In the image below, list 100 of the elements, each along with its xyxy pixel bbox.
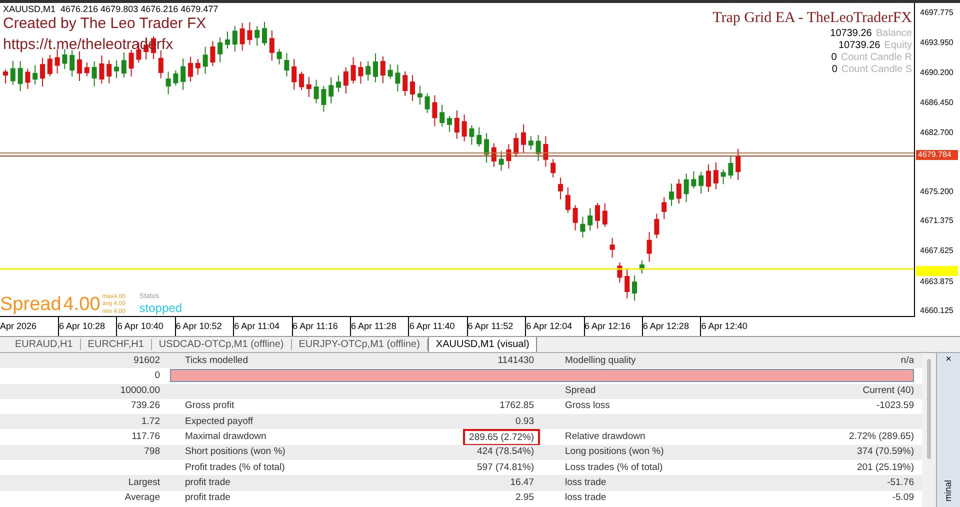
time-tick: 6 Apr 10:28 [59,320,106,333]
candle [292,58,297,90]
candle [32,64,38,85]
price-tick: 4660.125 [920,306,954,316]
report-value: 2.95 [516,491,535,506]
time-tick: 6 Apr 10:40 [117,320,164,333]
time-tick: 6 Apr 11:40 [409,320,455,333]
candle [284,52,290,77]
candle [624,268,630,299]
candle [684,173,689,202]
report-value: 1141430 [498,354,535,368]
price-tick: 4675.200 [920,187,954,197]
report-label: Gross profit [184,399,236,414]
candle [632,274,637,302]
price-tick: 4682.700 [920,128,954,138]
stat-value: 0 [831,52,837,63]
candle [121,52,126,78]
stat-label: Equity [884,40,912,51]
report-value: 798 [143,445,161,460]
time-tick: 6 Apr 11:04 [234,320,280,333]
report-label: loss trade [564,476,608,490]
candle [669,183,674,206]
report-label: Profit trades (% of total) [184,460,286,475]
report-label: profit trade [184,491,232,506]
candle [77,50,82,82]
report-value: 10000.00 [119,384,161,398]
candle [662,196,667,220]
report-label: Ticks modelled [184,354,250,368]
candle [92,60,97,87]
report-value: 2.72% (289.65) [848,430,915,444]
chart-tab[interactable]: USDCAD-OTCp,M1 (offline) [152,339,292,350]
report-label: Modelling quality [564,354,637,368]
report-value: n/a [900,354,915,368]
candle [373,53,378,83]
candle [218,37,223,63]
panel-title: minal [942,480,954,501]
stat-label: Count Candle S [841,64,912,75]
price-tick: 4693.950 [920,38,954,48]
candle [25,68,30,90]
candle [18,60,23,92]
candle [440,104,445,128]
candle [572,204,578,231]
candle [106,60,112,84]
candle [240,22,245,52]
candle [40,57,45,87]
report-value: 117.76 [130,430,161,444]
candle [195,58,200,76]
candle [47,54,52,77]
candle [321,85,326,112]
candle [269,30,274,62]
candle [358,61,364,84]
stat-value: 10739.26 [838,40,880,51]
chart-tab[interactable]: EURAUD,H1 [8,339,81,350]
candle [432,94,438,127]
status-value: stopped [139,301,182,316]
report-value: 0 [154,368,161,383]
candle [343,66,348,94]
chart-tab[interactable]: EURCHF,H1 [80,339,152,350]
candle [462,114,467,142]
time-tick: 6 Apr 12:16 [584,320,631,333]
symbol-quote: XAUUSD,M1 4676.216 4679.803 4676.216 4679.477 [3,3,218,16]
candle [188,56,193,82]
time-tick: Apr 2026 [0,320,37,331]
candle [728,155,734,180]
candle [210,40,216,67]
candle [602,202,608,228]
report-value: 597 (74.81%) [476,460,535,475]
report-value: 374 (70.59%) [856,445,915,460]
report-value: Average [124,491,161,506]
scrollbar[interactable] [927,359,931,459]
candle [720,168,726,185]
candle [528,136,534,150]
candle [247,22,252,46]
candle [402,70,408,96]
close-button[interactable]: × [946,355,952,365]
ea-title: Trap Grid EA - TheLeoTraderFX [712,9,912,27]
time-tick: 6 Apr 12:40 [701,320,748,333]
report-value: 1.72 [140,414,161,429]
chart-tab[interactable]: XAUUSD,M1 (visual) [428,337,538,352]
candle [336,74,341,92]
stat-value: 0 [832,64,838,75]
credit-text: Created by The Leo Trader FX [3,14,206,34]
candle [180,58,186,90]
candle [395,64,400,92]
candle [314,79,319,104]
candle [262,21,267,46]
candle [469,124,474,146]
report-label: Maximal drawdown [184,430,268,444]
report-label: Loss trades (% of total) [564,460,664,475]
candle [646,231,652,262]
report-label: Long positions (won %) [564,445,665,460]
price-tick: 4671.375 [920,216,954,226]
candle [558,177,563,200]
price-tick: 4663.875 [920,277,954,287]
candle [366,60,371,82]
candle [350,56,356,84]
candle [3,69,8,84]
report-value: 201 (25.19%) [856,460,915,475]
candle [232,26,238,52]
candle [225,30,230,49]
